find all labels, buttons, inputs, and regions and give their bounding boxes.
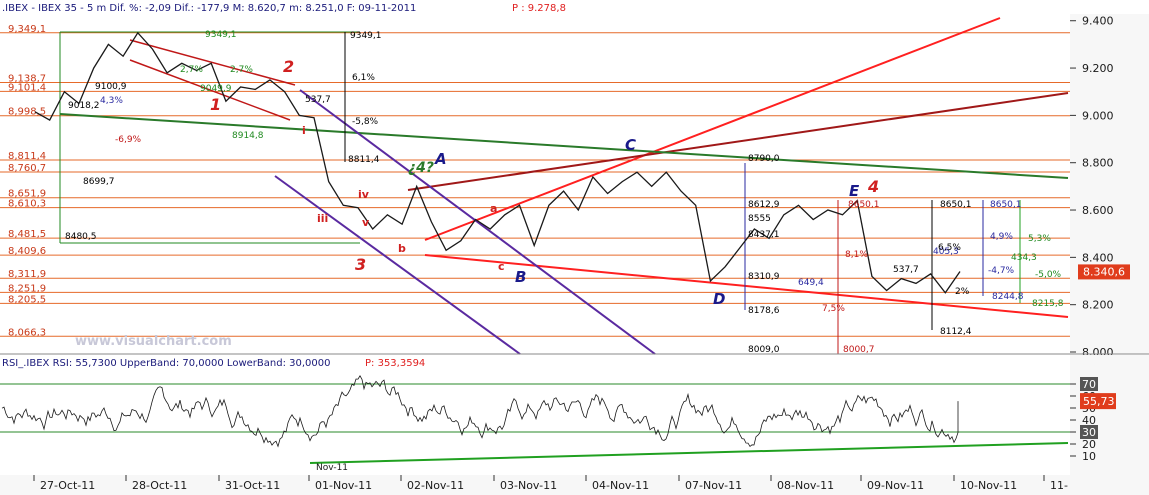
date-label: 07-Nov-11 xyxy=(685,479,742,492)
date-label: 01-Nov-11 xyxy=(315,479,372,492)
fib-level-label: 8,311,9 xyxy=(8,269,46,280)
price-tick-label: 8.400 xyxy=(1082,251,1114,264)
wave-label: D xyxy=(713,290,725,308)
wave-label: B xyxy=(515,268,526,286)
wave-label: 8650,1 xyxy=(990,200,1022,210)
wave-label: 434,3 xyxy=(1011,253,1037,263)
rsi-header: RSI_.IBEX RSI: 55,7300 UpperBand: 70,000… xyxy=(2,358,330,369)
wave-label: 8790,0 xyxy=(748,154,780,164)
wave-label: c xyxy=(498,260,505,273)
wave-label: 4,3% xyxy=(100,96,123,106)
rsi-current-value: 55,73 xyxy=(1083,395,1115,408)
date-label: 03-Nov-11 xyxy=(500,479,557,492)
date-label: 28-Oct-11 xyxy=(132,479,187,492)
fib-level-label: 8,811,4 xyxy=(8,151,46,162)
wave-label: 537,7 xyxy=(893,265,919,275)
wave-label: 8811,4 xyxy=(348,155,380,165)
date-label: 08-Nov-11 xyxy=(777,479,834,492)
fib-level-label: 9,349,1 xyxy=(8,24,46,35)
wave-label: 537,7 xyxy=(305,95,331,105)
current-price-value: 8.340,6 xyxy=(1083,265,1125,278)
wave-label: 9349,1 xyxy=(350,31,382,41)
wave-label: E xyxy=(849,182,860,200)
wave-label: 8244,8 xyxy=(992,292,1024,302)
wave-label: 7,5% xyxy=(822,304,845,314)
price-tick-label: 8.200 xyxy=(1082,299,1114,312)
wave-label: a xyxy=(490,202,497,215)
chart-canvas: .IBEX - IBEX 35 - 5 m Dif. %: -2,09 Dif.… xyxy=(0,0,1149,495)
wave-label: 8914,8 xyxy=(232,131,264,141)
fib-level-label: 9,101,4 xyxy=(8,82,46,93)
price-tick-label: 9.200 xyxy=(1082,62,1114,75)
fib-level-label: 8,998,5 xyxy=(8,107,46,118)
wave-label: 9100,9 xyxy=(95,82,127,92)
wave-label: -5,0% xyxy=(1035,270,1062,280)
rsi-pvalue: P: 353,3594 xyxy=(365,358,425,369)
wave-label: 2,7% xyxy=(230,65,253,75)
wave-label: 8555 xyxy=(748,214,771,224)
fib-level-label: 8,066,3 xyxy=(8,327,46,338)
wave-label: 4,9% xyxy=(990,232,1013,242)
date-label: 09-Nov-11 xyxy=(867,479,924,492)
wave-label: 9018,2 xyxy=(68,101,100,111)
wave-label: 8310,9 xyxy=(748,272,780,282)
price-tick-label: 9.000 xyxy=(1082,109,1114,122)
wave-label: 6,1% xyxy=(352,73,375,83)
wave-label: -6,9% xyxy=(115,135,142,145)
date-label: 02-Nov-11 xyxy=(407,479,464,492)
wave-label: 8480,5 xyxy=(65,232,97,242)
wave-label: C xyxy=(625,136,636,154)
wave-label: 8,1% xyxy=(845,250,868,260)
wave-label: 8650,1 xyxy=(940,200,972,210)
watermark: www.visualchart.com xyxy=(75,334,232,349)
wave-label: 8215,8 xyxy=(1032,299,1064,309)
wave-label: 8178,6 xyxy=(748,306,780,316)
price-tick-label: 8.600 xyxy=(1082,204,1114,217)
wave-label: 1 xyxy=(210,95,221,114)
wave-label: -5,8% xyxy=(352,117,379,127)
wave-label: 2 xyxy=(283,57,294,76)
price-tick-label: 8.800 xyxy=(1082,157,1114,170)
date-label: 27-Oct-11 xyxy=(40,479,95,492)
wave-label: 8612,9 xyxy=(748,200,780,210)
wave-label: 8437,1 xyxy=(748,230,780,240)
wave-label: iv xyxy=(358,188,370,201)
date-label: 31-Oct-11 xyxy=(225,479,280,492)
fib-level-label: 8,481,5 xyxy=(8,229,46,240)
wave-label: b xyxy=(398,242,406,255)
rsi-tick-label: 40 xyxy=(1082,414,1096,427)
wave-label: v xyxy=(362,216,370,229)
wave-label: 6,5% xyxy=(938,243,961,253)
wave-label: A xyxy=(434,150,447,168)
wave-label: 8699,7 xyxy=(83,177,115,187)
wave-label: 9049,9 xyxy=(200,84,232,94)
wave-label: ¿4? xyxy=(408,160,434,176)
wave-label: 2,7% xyxy=(180,65,203,75)
fib-level-label: 8,251,9 xyxy=(8,283,46,294)
fib-level-label: 8,409,6 xyxy=(8,246,46,257)
wave-label: 3 xyxy=(355,255,366,274)
fib-level-label: 8,205,5 xyxy=(8,294,46,305)
header-title: .IBEX - IBEX 35 - 5 m Dif. %: -2,09 Dif.… xyxy=(2,3,416,14)
wave-label: i xyxy=(302,124,306,137)
fib-level-label: 8,610,3 xyxy=(8,199,46,210)
rsi-tick-label: 10 xyxy=(1082,450,1096,463)
wave-label: 8112,4 xyxy=(940,327,972,337)
wave-label: 649,4 xyxy=(798,278,824,288)
wave-label: 9349,1 xyxy=(205,30,237,40)
wave-label: 4 xyxy=(867,177,879,196)
wave-label: 2% xyxy=(955,287,970,297)
date-label: 10-Nov-11 xyxy=(960,479,1017,492)
fib-level-label: 8,760,7 xyxy=(8,163,46,174)
rsi-date-label: Nov-11 xyxy=(316,463,348,473)
wave-label: 5,3% xyxy=(1028,234,1051,244)
wave-label: 8650,1 xyxy=(848,200,880,210)
date-label: 04-Nov-11 xyxy=(592,479,649,492)
wave-label: -4,7% xyxy=(988,266,1015,276)
wave-label: iii xyxy=(317,212,328,225)
price-tick-label: 9.400 xyxy=(1082,15,1114,28)
header-pvalue: P : 9.278,8 xyxy=(512,3,566,14)
date-label: 11- xyxy=(1050,479,1068,492)
